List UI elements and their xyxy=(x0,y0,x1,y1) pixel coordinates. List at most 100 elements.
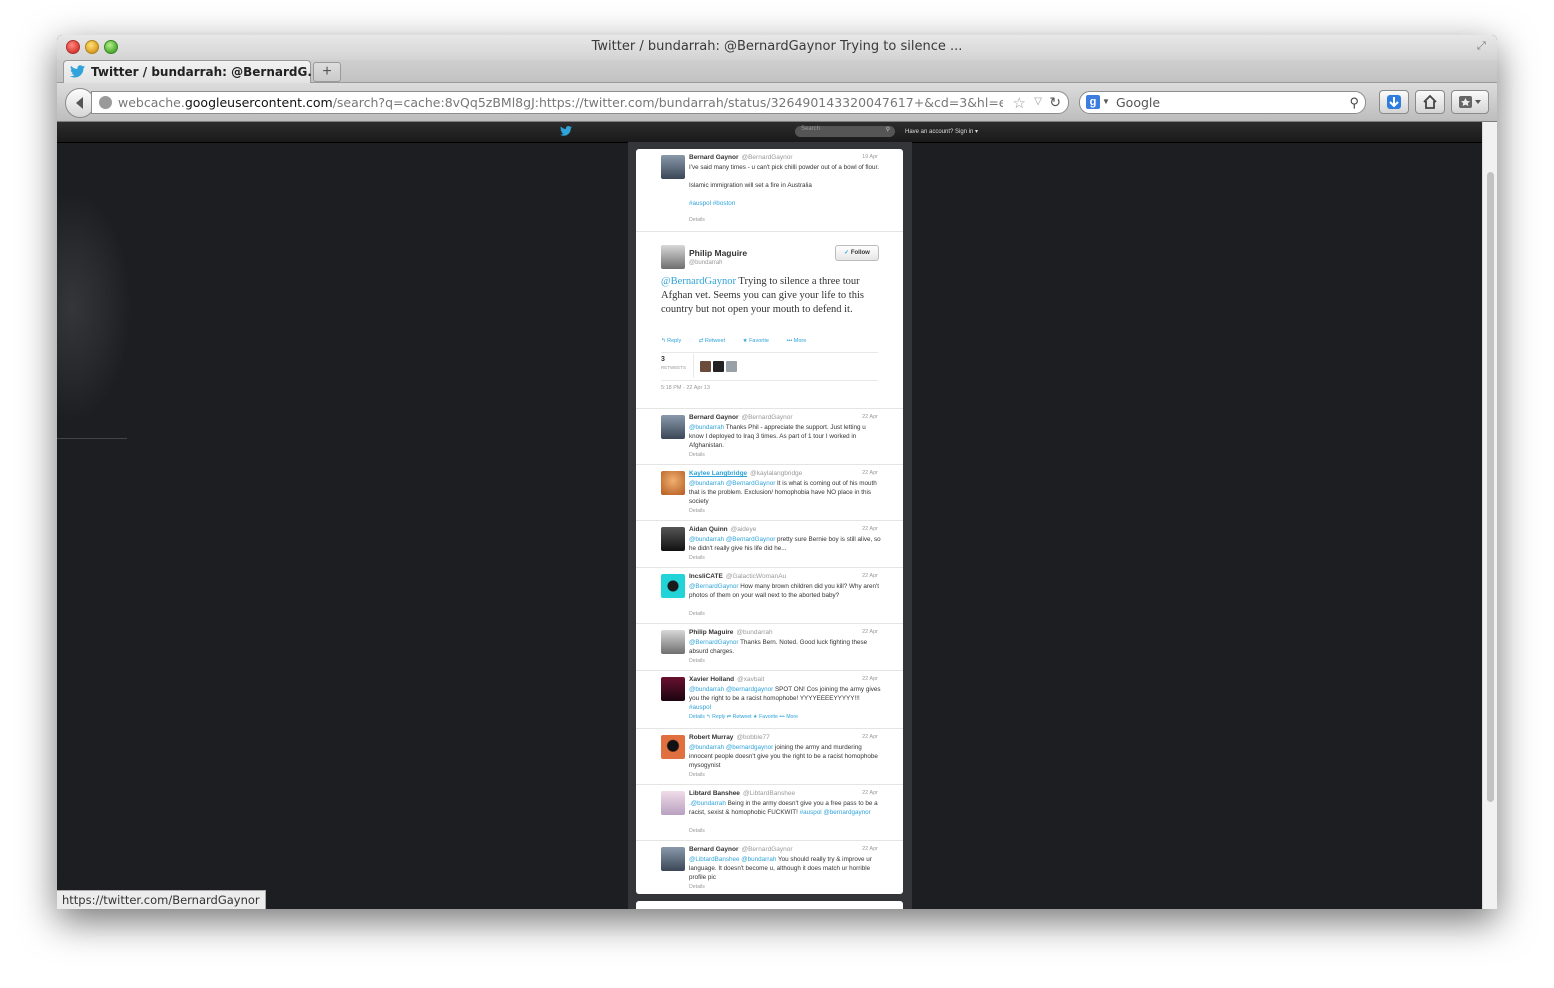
tweet-text: @bundarrah @BernardGaynor It is what is … xyxy=(689,480,877,505)
tab-twitter[interactable]: Twitter / bundarrah: @BernardG... xyxy=(63,60,321,83)
tab-bar: Twitter / bundarrah: @BernardG... + xyxy=(57,60,1497,83)
divider xyxy=(661,352,878,353)
follow-button[interactable]: ✓ Follow xyxy=(835,245,879,261)
tweet-author[interactable]: Philip Maguire @bundarrah xyxy=(689,629,773,636)
reply-button[interactable]: ↰ Reply xyxy=(661,338,689,344)
retweet-count[interactable]: 3 xyxy=(661,356,665,363)
avatar[interactable] xyxy=(726,361,737,372)
scroll-thumb[interactable] xyxy=(1487,172,1494,802)
home-icon xyxy=(1423,94,1437,109)
avatar[interactable] xyxy=(661,677,685,701)
tweet-date[interactable]: 22 Apr xyxy=(862,846,878,852)
web-page: Search ⚲ Have an account? Sign in ▾ Berna… xyxy=(57,122,1482,909)
details-link[interactable]: Details xyxy=(689,555,705,561)
bookmarks-button[interactable] xyxy=(1451,90,1489,114)
tweet-date[interactable]: 22 Apr xyxy=(862,676,878,682)
tweet-item[interactable]: Libtard Banshee @LibtardBanshee 22 Apr .@… xyxy=(636,785,903,841)
tweet-text: @bundarrah Thanks Phil - appreciate the … xyxy=(689,424,866,449)
reload-icon[interactable]: ↻ xyxy=(1049,94,1061,111)
tweet-author[interactable]: Kaylee Langbridge @kaylalangbridge xyxy=(689,470,802,477)
avatar[interactable] xyxy=(713,361,724,372)
tweet-item[interactable]: Aidan Quinn @aideye 22 Apr @bundarrah @Be… xyxy=(636,521,903,568)
details-link[interactable]: Details xyxy=(689,772,705,778)
home-button[interactable] xyxy=(1415,90,1445,114)
tweet-item[interactable]: Bernard Gaynor @BernardGaynor 22 Apr @bun… xyxy=(636,409,903,465)
twitter-top-bar: Search ⚲ Have an account? Sign in ▾ xyxy=(57,122,1482,143)
new-tab-button[interactable]: + xyxy=(313,62,341,82)
tweet-date[interactable]: 22 Apr xyxy=(862,790,878,796)
search-engine-dropdown-icon[interactable]: ▼ xyxy=(1102,97,1110,106)
url-text[interactable]: webcache.googleusercontent.com/search?q=… xyxy=(118,95,1003,110)
avatar[interactable] xyxy=(661,630,685,654)
details-link[interactable]: Details xyxy=(689,658,705,664)
avatar[interactable] xyxy=(661,527,685,551)
favorite-button[interactable]: ★ Favorite xyxy=(743,338,777,344)
tweet-item[interactable]: Bernard Gaynor @BernardGaynor 22 Apr @Lib… xyxy=(636,841,903,894)
avatar[interactable] xyxy=(661,245,685,269)
avatar[interactable] xyxy=(661,155,685,179)
main-tweet-author[interactable]: Philip Maguire xyxy=(689,248,747,258)
tweet-actions[interactable]: ↰ Reply ⇄ Retweet ★ Favorite ••• More xyxy=(705,714,798,720)
avatar[interactable] xyxy=(661,847,685,871)
avatar[interactable] xyxy=(661,735,685,759)
avatar[interactable] xyxy=(661,791,685,815)
tweet-author[interactable]: Robert Murray @bobble77 xyxy=(689,734,770,741)
more-button[interactable]: ••• More xyxy=(786,338,814,344)
avatar[interactable] xyxy=(661,574,685,598)
tweet-date[interactable]: 22 Apr xyxy=(862,629,878,635)
background-texture xyxy=(57,192,132,422)
signin-link[interactable]: Have an account? Sign in ▾ xyxy=(905,128,978,135)
tweet-item[interactable]: Philip Maguire @bundarrah 22 Apr @Bernard… xyxy=(636,624,903,671)
details-link[interactable]: Details xyxy=(689,217,705,223)
tweet-item[interactable]: Kaylee Langbridge @kaylalangbridge 22 Apr… xyxy=(636,465,903,521)
tweet-item[interactable]: Xavier Holland @xavbait 22 Apr @bundarrah… xyxy=(636,671,903,729)
details-link[interactable]: Details xyxy=(689,611,705,617)
mention-link[interactable]: @BernardGaynor xyxy=(661,276,736,287)
fullscreen-icon[interactable]: ⤢ xyxy=(1477,40,1489,52)
download-button[interactable] xyxy=(1379,90,1409,114)
retweet-button[interactable]: ⇄ Retweet xyxy=(699,338,733,344)
tweet-item[interactable]: Bernard Gaynor @BernardGaynor 19 Apr I've… xyxy=(636,149,903,232)
url-dropdown-icon[interactable]: ▽ xyxy=(1034,96,1042,107)
address-bar[interactable]: webcache.googleusercontent.com/search?q=… xyxy=(91,91,1069,114)
google-icon[interactable]: g xyxy=(1086,95,1100,109)
vertical-scrollbar[interactable] xyxy=(1482,122,1497,909)
back-arrow-icon xyxy=(76,97,83,109)
tweet-date[interactable]: 22 Apr xyxy=(862,573,878,579)
avatar[interactable] xyxy=(661,471,685,495)
search-box[interactable]: g ▼ Google ⚲ xyxy=(1079,91,1366,114)
tweet-date[interactable]: 22 Apr xyxy=(862,526,878,532)
details-link[interactable]: Details xyxy=(689,508,705,514)
avatar[interactable] xyxy=(661,415,685,439)
details-link[interactable]: Details xyxy=(689,452,705,458)
tweet-item[interactable]: Robert Murray @bobble77 22 Apr @bundarrah… xyxy=(636,729,903,785)
twitter-search-icon[interactable]: ⚲ xyxy=(886,126,890,133)
retweet-label: RETWEETS xyxy=(661,365,687,370)
toolbar: webcache.googleusercontent.com/search?q=… xyxy=(57,83,1497,122)
tweet-author[interactable]: Aidan Quinn @aideye xyxy=(689,526,756,533)
search-engine-label: Google xyxy=(1116,95,1161,110)
details-link[interactable]: Details xyxy=(689,714,705,720)
twitter-search-input[interactable]: Search ⚲ xyxy=(795,126,895,137)
avatar[interactable] xyxy=(700,361,711,372)
tweet-item[interactable]: IncsliCATE @GalacticWomanAu 22 Apr @Berna… xyxy=(636,568,903,624)
tweet-date[interactable]: 22 Apr xyxy=(862,734,878,740)
details-link[interactable]: Details xyxy=(689,828,705,834)
tweet-date[interactable]: 19 Apr xyxy=(862,154,878,160)
bookmark-star-icon[interactable]: ☆ xyxy=(1013,94,1026,112)
tweet-timestamp[interactable]: 5:18 PM - 22 Apr 13 xyxy=(661,385,710,391)
tweet-author[interactable]: Libtard Banshee @LibtardBanshee xyxy=(689,790,795,797)
tweet-author[interactable]: Bernard Gaynor @BernardGaynor xyxy=(689,846,793,853)
tweet-date[interactable]: 22 Apr xyxy=(862,470,878,476)
magnifier-icon[interactable]: ⚲ xyxy=(1349,95,1359,111)
main-tweet-handle[interactable]: @bundarrah xyxy=(689,260,722,266)
tweet-author[interactable]: IncsliCATE @GalacticWomanAu xyxy=(689,573,786,580)
twitter-logo-icon[interactable] xyxy=(560,126,572,136)
tweet-date[interactable]: 22 Apr xyxy=(862,414,878,420)
tweet-author[interactable]: Bernard Gaynor @BernardGaynor xyxy=(689,154,793,161)
details-link[interactable]: Details xyxy=(689,884,705,890)
tweet-author[interactable]: Xavier Holland @xavbait xyxy=(689,676,764,683)
hashtags[interactable]: #auspol #boston xyxy=(689,199,881,208)
tweet-text: @bundarrah @BernardGaynor pretty sure Be… xyxy=(689,536,881,552)
tweet-author[interactable]: Bernard Gaynor @BernardGaynor xyxy=(689,414,793,421)
